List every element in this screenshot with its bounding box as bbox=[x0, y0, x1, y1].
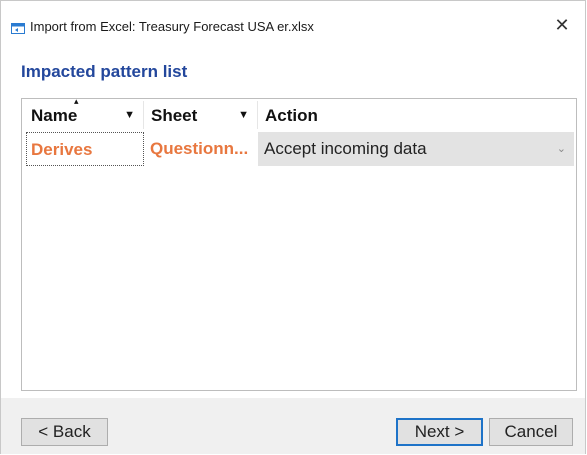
grid-body: Name ▴ ▼ Sheet ▼ Action Derives Question… bbox=[24, 96, 574, 388]
excel-import-icon bbox=[11, 21, 25, 34]
column-header-action-label: Action bbox=[265, 106, 318, 125]
column-header-name[interactable]: Name ▴ ▼ bbox=[24, 96, 144, 129]
action-dropdown-value: Accept incoming data bbox=[264, 139, 427, 158]
next-button[interactable]: Next > bbox=[396, 418, 483, 446]
grid-header-row: Name ▴ ▼ Sheet ▼ Action bbox=[24, 96, 574, 129]
action-dropdown[interactable]: Accept incoming data ⌄ bbox=[258, 132, 574, 166]
cell-name[interactable]: Derives bbox=[26, 132, 144, 166]
table-row[interactable]: Derives Questionn... Accept incoming dat… bbox=[24, 132, 574, 166]
back-button[interactable]: < Back bbox=[21, 418, 108, 446]
cancel-button[interactable]: Cancel bbox=[489, 418, 573, 446]
title-bar: Import from Excel: Treasury Forecast USA… bbox=[1, 1, 585, 35]
section-title: Impacted pattern list bbox=[21, 62, 188, 81]
column-header-action[interactable]: Action bbox=[258, 101, 574, 129]
chevron-down-icon[interactable]: ⌄ bbox=[557, 132, 566, 166]
window-title: Import from Excel: Treasury Forecast USA… bbox=[30, 19, 314, 34]
filter-dropdown-icon[interactable]: ▼ bbox=[124, 101, 135, 129]
cell-sheet[interactable]: Questionn... bbox=[144, 132, 258, 166]
column-header-sheet-label: Sheet bbox=[151, 106, 198, 125]
import-dialog: Import from Excel: Treasury Forecast USA… bbox=[0, 0, 586, 454]
close-icon[interactable]: ✕ bbox=[551, 14, 573, 36]
column-header-sheet[interactable]: Sheet ▼ bbox=[144, 101, 258, 129]
button-bar: < Back Next > Cancel bbox=[1, 398, 585, 454]
column-header-name-label: Name bbox=[31, 106, 78, 125]
sort-ascending-icon: ▴ bbox=[74, 96, 79, 106]
pattern-grid: Name ▴ ▼ Sheet ▼ Action Derives Question… bbox=[21, 96, 577, 391]
filter-dropdown-icon[interactable]: ▼ bbox=[238, 101, 249, 129]
